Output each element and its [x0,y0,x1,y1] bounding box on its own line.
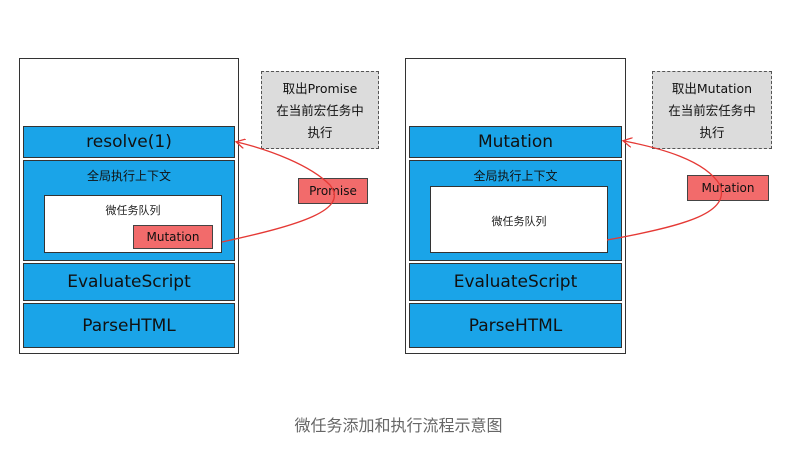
right-microtask-queue: 微任务队列 [430,186,608,253]
right-arrow-tag: Mutation [687,175,769,201]
right-context-title: 全局执行上下文 [473,169,558,183]
left-note-line-1: 取出Promise [282,81,358,96]
right-global-context: 全局执行上下文 微任务队列 [409,160,622,261]
right-parse-html: ParseHTML [409,303,622,348]
left-context-title: 全局执行上下文 [86,169,171,183]
left-top-block: resolve(1) [23,126,235,158]
left-evaluate-script: EvaluateScript [23,263,235,301]
right-queue-label: 微任务队列 [491,215,547,228]
left-note-line-2: 在当前宏任务中 [276,103,364,118]
right-evaluate-script: EvaluateScript [409,263,622,301]
right-top-block: Mutation [409,126,622,158]
right-note: 取出Mutation 在当前宏任务中 执行 [652,71,772,149]
right-note-line-3: 执行 [699,125,725,140]
right-note-line-1: 取出Mutation [671,81,753,96]
left-arrow-tag: Promise [298,178,368,204]
right-note-line-2: 在当前宏任务中 [668,103,756,118]
left-queue-label: 微任务队列 [105,204,161,217]
left-note-line-3: 执行 [307,125,333,140]
left-note: 取出Promise 在当前宏任务中 执行 [261,71,379,149]
left-global-context: 全局执行上下文 微任务队列 Mutation [23,160,235,261]
left-queue-item: Mutation [133,225,213,249]
left-parse-html: ParseHTML [23,303,235,348]
figure-caption: 微任务添加和执行流程示意图 [294,416,503,435]
